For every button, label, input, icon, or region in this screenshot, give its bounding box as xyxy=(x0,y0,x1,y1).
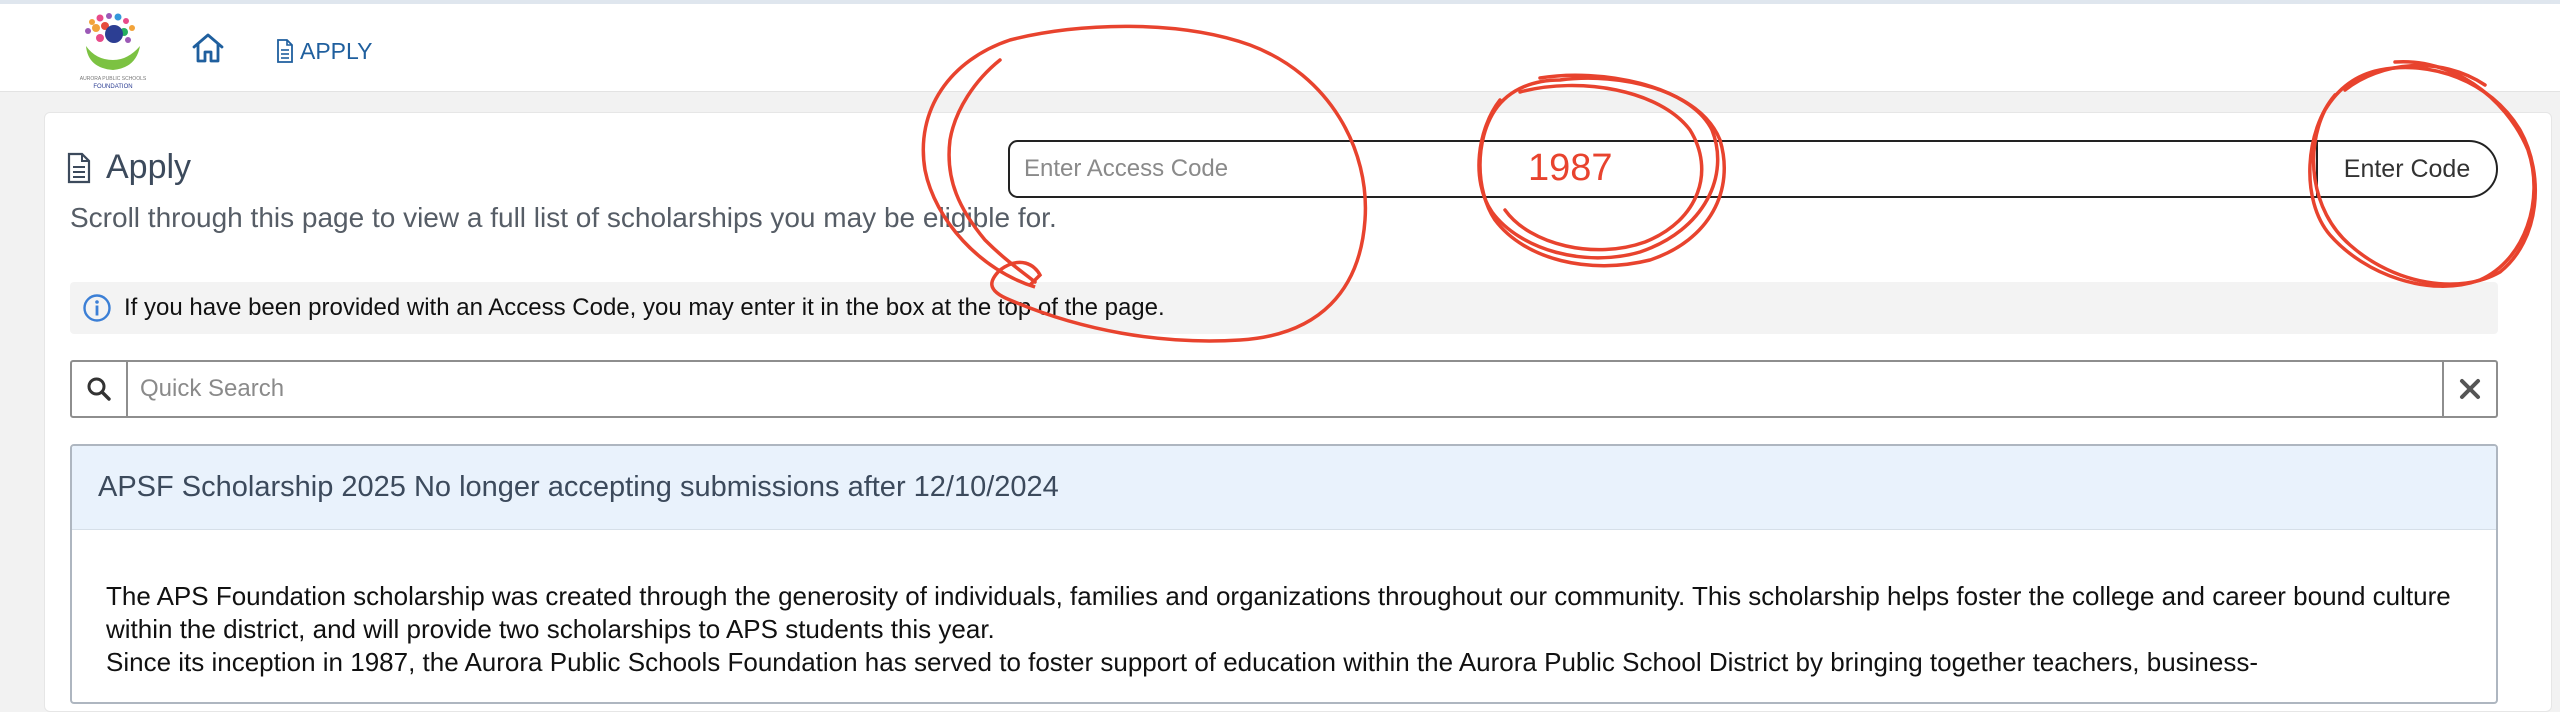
home-link[interactable] xyxy=(190,30,226,66)
close-icon xyxy=(2460,379,2480,399)
clear-search-button[interactable] xyxy=(2442,362,2496,416)
quick-search-input[interactable] xyxy=(128,362,2442,416)
scholarship-card[interactable]: APSF Scholarship 2025 No longer acceptin… xyxy=(70,444,2498,704)
scholarship-paragraph: Since its inception in 1987, the Aurora … xyxy=(106,647,2259,677)
quick-search-group xyxy=(70,360,2498,418)
svg-text:FOUNDATION: FOUNDATION xyxy=(93,84,132,90)
info-alert: If you have been provided with an Access… xyxy=(70,282,2498,334)
search-button[interactable] xyxy=(72,362,128,416)
page-title-text: Apply xyxy=(106,148,192,186)
navbar: AURORA PUBLIC SCHOOLS FOUNDATION APPLY xyxy=(0,4,2560,92)
info-icon xyxy=(83,294,111,322)
page-subtitle: Scroll through this page to view a full … xyxy=(70,202,1057,233)
access-code-input[interactable] xyxy=(1010,142,2316,196)
info-text: If you have been provided with an Access… xyxy=(124,294,1165,321)
document-icon xyxy=(67,152,91,183)
foundation-logo[interactable]: AURORA PUBLIC SCHOOLS FOUNDATION xyxy=(78,10,148,90)
document-icon xyxy=(277,39,293,63)
scholarship-paragraph: The APS Foundation scholarship was creat… xyxy=(106,581,2451,644)
home-icon xyxy=(192,33,224,63)
nav-apply-link[interactable]: APPLY xyxy=(276,36,372,66)
page-title: Apply xyxy=(66,148,191,187)
search-icon xyxy=(87,377,111,401)
svg-text:AURORA PUBLIC SCHOOLS: AURORA PUBLIC SCHOOLS xyxy=(80,76,147,82)
enter-code-button[interactable]: Enter Code xyxy=(2316,142,2496,196)
access-code-group: Enter Code xyxy=(1008,140,2498,198)
scholarship-title[interactable]: APSF Scholarship 2025 No longer acceptin… xyxy=(72,446,2496,530)
scholarship-description: The APS Foundation scholarship was creat… xyxy=(72,530,2496,679)
nav-apply-label: APPLY xyxy=(300,37,373,64)
